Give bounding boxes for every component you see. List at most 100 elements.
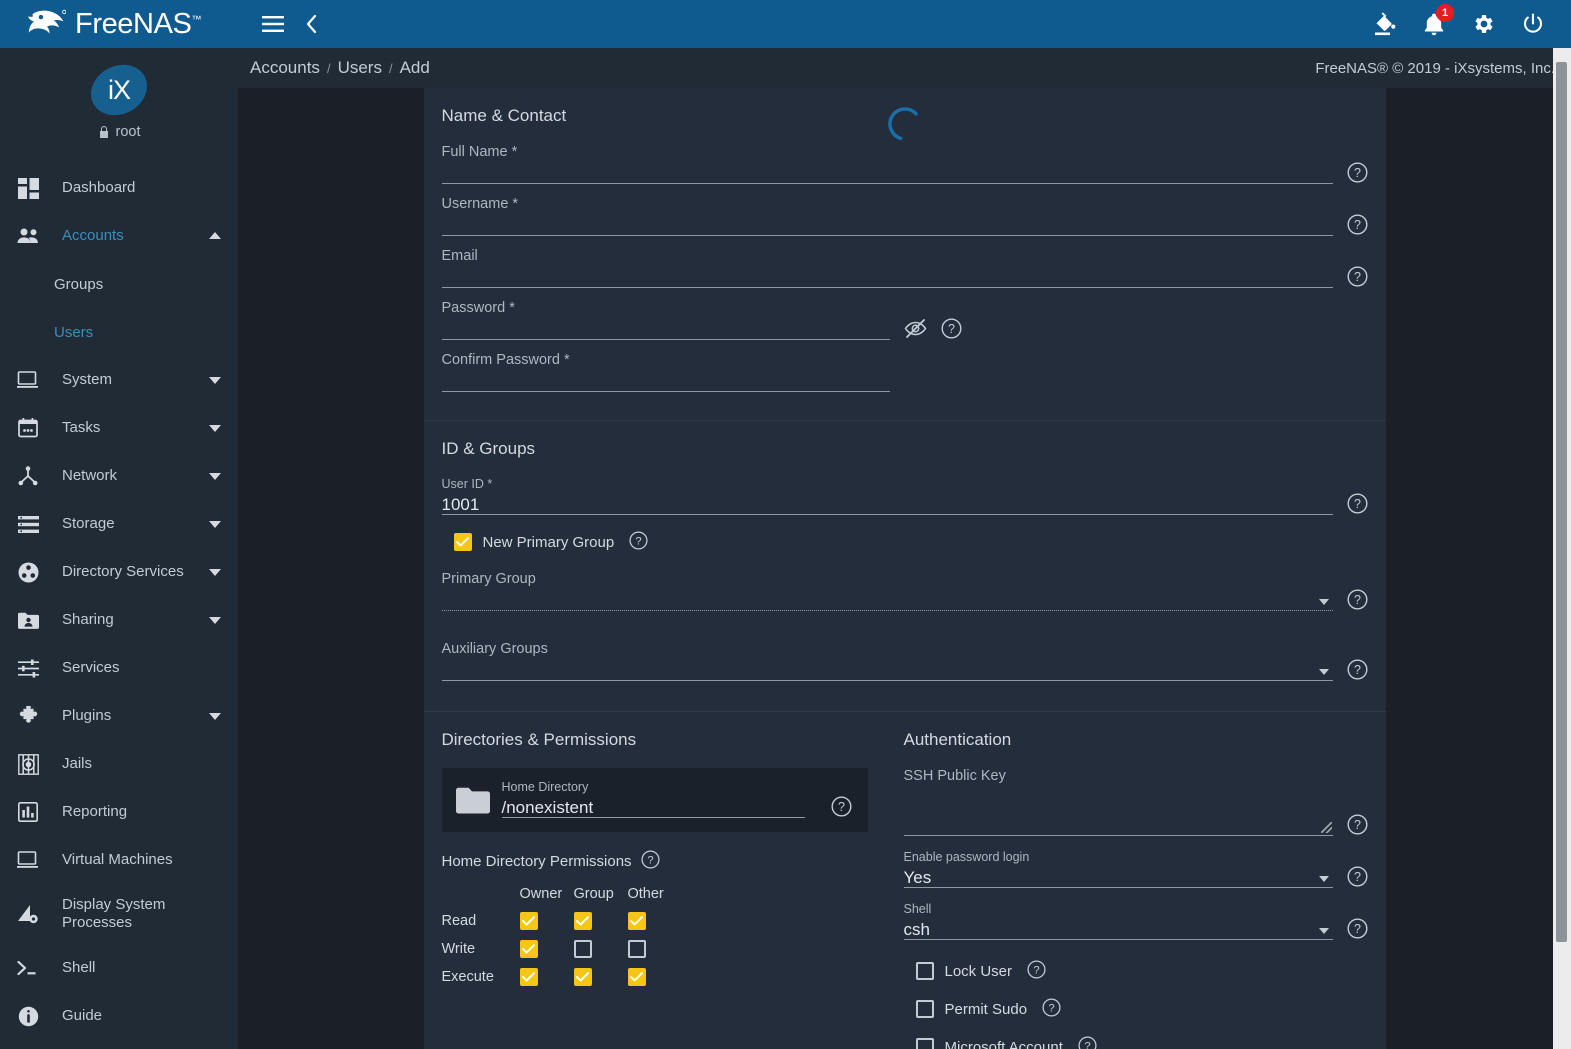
- permission-row-read-label: Read: [442, 913, 520, 929]
- perm-read-group-checkbox[interactable]: [574, 912, 592, 930]
- field-value: 1001: [442, 496, 480, 513]
- perm-read-other-checkbox[interactable]: [628, 912, 646, 930]
- sidebar-item-system[interactable]: System: [0, 356, 238, 404]
- help-icon[interactable]: ?: [1042, 998, 1063, 1019]
- help-icon[interactable]: ?: [629, 531, 650, 552]
- help-icon[interactable]: ?: [941, 318, 962, 339]
- help-icon[interactable]: ?: [1347, 814, 1368, 835]
- sidebar-item-reporting[interactable]: Reporting: [0, 788, 238, 836]
- field-enable-password-login: Enable password login Yes ?: [904, 850, 1368, 888]
- perm-execute-owner-checkbox[interactable]: [520, 968, 538, 986]
- sidebar-item-dashboard[interactable]: Dashboard: [0, 164, 238, 212]
- scrollbar-thumb[interactable]: [1556, 62, 1567, 942]
- ssh-public-key-textarea[interactable]: [904, 788, 1333, 836]
- field-value: /nonexistent: [502, 799, 594, 816]
- sidebar-item-groups[interactable]: Groups: [0, 260, 238, 308]
- hamburger-icon[interactable]: [262, 16, 284, 32]
- help-icon[interactable]: ?: [1347, 866, 1368, 887]
- email-input[interactable]: [442, 267, 1333, 288]
- full-name-input[interactable]: [442, 163, 1333, 184]
- home-directory-field: Home Directory /nonexistent: [502, 780, 805, 818]
- chevron-left-icon[interactable]: [304, 14, 318, 34]
- section-id-groups: ID & Groups User ID * 1001 ?: [424, 420, 1386, 711]
- microsoft-account-checkbox[interactable]: [916, 1038, 934, 1049]
- lock-user-checkbox[interactable]: [916, 962, 934, 980]
- chevron-up-icon[interactable]: [208, 232, 222, 240]
- resize-grip-icon[interactable]: [1321, 822, 1332, 833]
- bell-icon[interactable]: 1: [1423, 12, 1445, 36]
- sidebar-item-plugins[interactable]: Plugins: [0, 692, 238, 740]
- sidebar-item-virtual-machines[interactable]: Virtual Machines: [0, 836, 238, 884]
- loading-spinner: [886, 106, 924, 144]
- svg-text:?: ?: [1354, 818, 1361, 832]
- help-icon[interactable]: ?: [1347, 214, 1368, 235]
- sidebar-item-label: Network: [62, 467, 208, 484]
- power-icon[interactable]: [1521, 12, 1545, 36]
- auxiliary-groups-select[interactable]: [442, 660, 1333, 681]
- field-user-id: User ID * 1001 ?: [442, 477, 1368, 515]
- sidebar-item-label: Directory Services: [62, 563, 208, 580]
- avatar-label: iX: [90, 66, 148, 114]
- folder-icon[interactable]: [456, 787, 490, 814]
- svg-text:?: ?: [647, 855, 653, 867]
- new-primary-group-checkbox[interactable]: [454, 533, 472, 551]
- username-input[interactable]: [442, 215, 1333, 236]
- chevron-down-icon[interactable]: [208, 568, 222, 576]
- perm-write-other-checkbox[interactable]: [628, 940, 646, 958]
- shell-select[interactable]: csh: [904, 919, 1333, 940]
- sidebar-item-storage[interactable]: Storage: [0, 500, 238, 548]
- primary-group-select[interactable]: [442, 590, 1333, 611]
- chevron-down-icon[interactable]: [208, 520, 222, 528]
- perm-read-owner-checkbox[interactable]: [520, 912, 538, 930]
- network-icon: [14, 466, 42, 486]
- password-input[interactable]: [442, 319, 890, 340]
- help-icon[interactable]: ?: [1027, 960, 1048, 981]
- enable-password-login-select[interactable]: Yes: [904, 867, 1333, 888]
- field-label: Primary Group: [442, 571, 1333, 590]
- help-icon[interactable]: ?: [641, 850, 662, 871]
- sidebar-item-shell[interactable]: Shell: [0, 944, 238, 992]
- chevron-down-icon[interactable]: [208, 472, 222, 480]
- help-icon[interactable]: ?: [831, 796, 852, 817]
- confirm-password-input[interactable]: [442, 371, 890, 392]
- help-icon[interactable]: ?: [1347, 266, 1368, 287]
- chevron-down-icon[interactable]: [208, 376, 222, 384]
- help-icon[interactable]: ?: [1347, 659, 1368, 680]
- sidebar-item-sharing[interactable]: Sharing: [0, 596, 238, 644]
- breadcrumb-item-accounts[interactable]: Accounts: [250, 58, 320, 78]
- chevron-down-icon[interactable]: [208, 424, 222, 432]
- chevron-down-icon[interactable]: [208, 712, 222, 720]
- sidebar-item-jails[interactable]: Jails: [0, 740, 238, 788]
- help-icon[interactable]: ?: [1347, 918, 1368, 939]
- sidebar-item-tasks[interactable]: Tasks: [0, 404, 238, 452]
- help-icon[interactable]: ?: [1078, 1036, 1099, 1049]
- perm-write-group-checkbox[interactable]: [574, 940, 592, 958]
- sidebar-item-network[interactable]: Network: [0, 452, 238, 500]
- sharing-icon: [14, 612, 42, 629]
- breadcrumb-item-users[interactable]: Users: [338, 58, 382, 78]
- sidebar-item-display-system-processes[interactable]: Display System Processes: [0, 884, 238, 944]
- permission-column-other: Other: [628, 886, 682, 902]
- eye-off-icon[interactable]: [904, 317, 927, 340]
- user-id-input[interactable]: 1001: [442, 494, 1333, 515]
- help-icon[interactable]: ?: [1347, 589, 1368, 610]
- sidebar-item-accounts[interactable]: Accounts: [0, 212, 238, 260]
- sidebar-item-users[interactable]: Users: [0, 308, 238, 356]
- home-directory-input[interactable]: /nonexistent: [502, 797, 805, 818]
- vertical-scrollbar[interactable]: [1553, 48, 1571, 1049]
- gear-icon[interactable]: [1471, 12, 1495, 36]
- field-label: Confirm Password *: [442, 352, 890, 371]
- help-icon[interactable]: ?: [1347, 493, 1368, 514]
- chevron-down-icon[interactable]: [208, 616, 222, 624]
- brand-logo-area[interactable]: FreeNAS™: [0, 0, 238, 48]
- sidebar-item-guide[interactable]: Guide: [0, 992, 238, 1040]
- perm-execute-other-checkbox[interactable]: [628, 968, 646, 986]
- permit-sudo-checkbox[interactable]: [916, 1000, 934, 1018]
- sidebar-item-services[interactable]: Services: [0, 644, 238, 692]
- sidebar-item-directory-services[interactable]: Directory Services: [0, 548, 238, 596]
- help-icon[interactable]: ?: [1347, 162, 1368, 183]
- perm-write-owner-checkbox[interactable]: [520, 940, 538, 958]
- perm-execute-group-checkbox[interactable]: [574, 968, 592, 986]
- paint-bucket-icon[interactable]: [1371, 11, 1397, 37]
- tasks-icon: [14, 418, 42, 438]
